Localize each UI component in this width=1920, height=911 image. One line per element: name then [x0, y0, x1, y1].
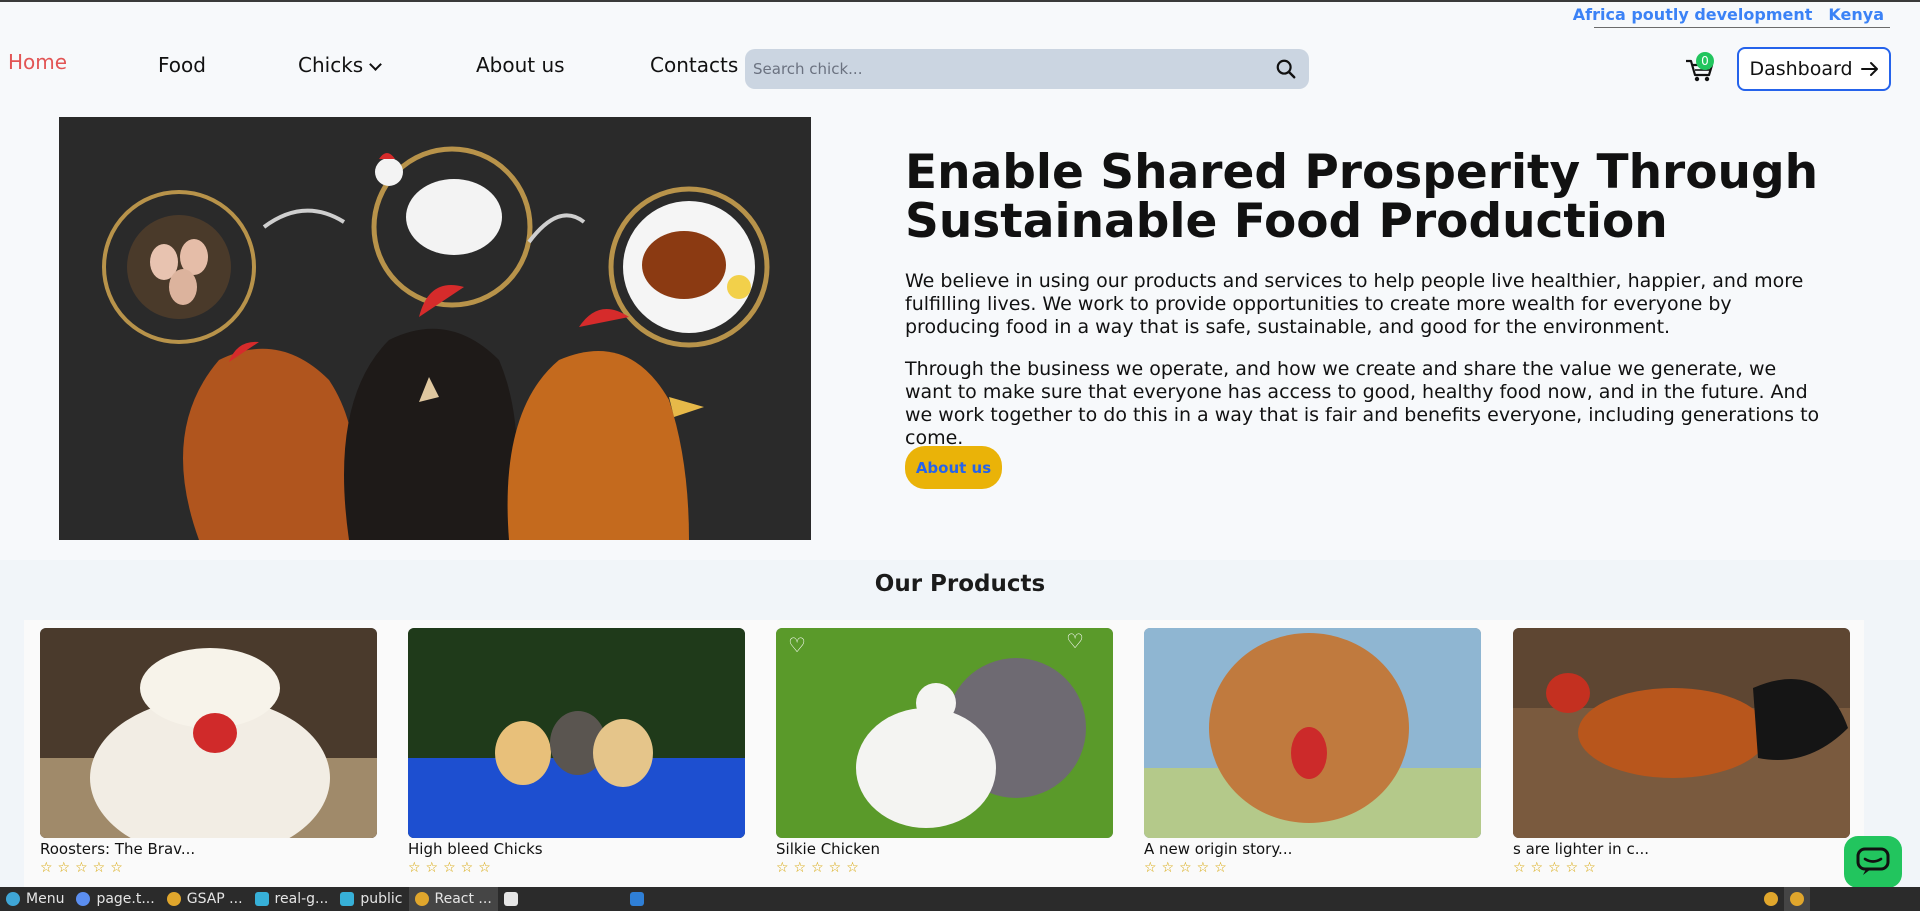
- product-image: [408, 628, 745, 838]
- chrome-icon: [1790, 892, 1804, 906]
- notes-icon: [503, 892, 518, 906]
- chat-icon: [1856, 847, 1890, 875]
- taskbar-item[interactable]: GSAP ...: [161, 887, 249, 911]
- product-image: [1513, 628, 1850, 838]
- chrome-icon: [414, 892, 429, 906]
- star-rating[interactable]: ☆☆☆☆☆: [1144, 860, 1481, 876]
- taskbar-item-label: GSAP ...: [186, 891, 243, 907]
- menu-icon: [6, 892, 20, 906]
- product-card[interactable]: High bleed Chicks ☆☆☆☆☆: [408, 628, 745, 876]
- taskbar-item-label: React ...: [434, 891, 492, 907]
- folder-icon: [254, 892, 269, 906]
- product-image: ♡ ♡: [776, 628, 1113, 838]
- chrome-icon: [1764, 892, 1778, 906]
- editor-icon: [76, 892, 91, 906]
- taskbar-item-label: real-g...: [274, 891, 329, 907]
- taskbar-item[interactable]: [624, 887, 650, 911]
- hero-paragraph-1: We believe in using our products and ser…: [905, 270, 1804, 338]
- nav-home[interactable]: Home: [8, 50, 67, 74]
- hero-title: Enable Shared Prosperity Through Sustain…: [905, 145, 1819, 249]
- star-rating[interactable]: ☆☆☆☆☆: [776, 860, 1113, 876]
- chat-button[interactable]: [1844, 836, 1902, 888]
- product-name: Silkie Chicken: [776, 840, 880, 858]
- chrome-icon: [166, 892, 181, 906]
- cart-count-badge: 0: [1696, 52, 1714, 70]
- star-rating[interactable]: ☆☆☆☆☆: [408, 860, 745, 876]
- chevron-down-icon: [369, 58, 383, 71]
- product-name: A new origin story...: [1144, 840, 1293, 858]
- taskbar-item[interactable]: public: [334, 887, 408, 911]
- taskbar-item-label: public: [360, 891, 403, 907]
- product-card[interactable]: ♡ ♡ Silkie Chicken ☆☆☆☆☆: [776, 628, 1113, 876]
- product-image: [1144, 628, 1481, 838]
- top-info-strip: Africa poutly development Kenya: [1573, 2, 1884, 26]
- search-input[interactable]: [745, 59, 1255, 79]
- nav-chicks-label: Chicks: [298, 53, 364, 77]
- search-icon[interactable]: [1275, 58, 1297, 80]
- nav-food[interactable]: Food: [158, 53, 206, 77]
- main-navigation: Home Food Chicks About us Contacts 0 Das…: [0, 40, 1920, 100]
- product-name: High bleed Chicks: [408, 840, 543, 858]
- star-rating[interactable]: ☆☆☆☆☆: [40, 860, 377, 876]
- arrow-right-icon: [1860, 62, 1878, 76]
- search-bar: [745, 49, 1309, 89]
- taskbar-item[interactable]: React ...: [408, 887, 498, 911]
- top-strip-underline: [1594, 27, 1890, 28]
- taskbar-menu-label: Menu: [26, 891, 65, 907]
- product-card[interactable]: Roosters: The Brav... ☆☆☆☆☆: [40, 628, 377, 876]
- product-image: [40, 628, 377, 838]
- product-name: s are lighter in c...: [1513, 840, 1650, 858]
- dashboard-label: Dashboard: [1749, 58, 1853, 80]
- vscode-icon: [629, 892, 644, 906]
- company-link[interactable]: Africa poutly development: [1573, 5, 1813, 24]
- taskbar-item[interactable]: [498, 887, 524, 911]
- star-rating[interactable]: ☆☆☆☆☆: [1513, 860, 1850, 876]
- svg-text:♡: ♡: [788, 633, 806, 657]
- taskbar-tray-item[interactable]: [1758, 887, 1784, 911]
- taskbar-item[interactable]: real-g...: [249, 887, 335, 911]
- country-link[interactable]: Kenya: [1828, 5, 1884, 24]
- nav-about[interactable]: About us: [476, 53, 565, 77]
- products-title: Our Products: [874, 571, 1046, 597]
- nav-contacts[interactable]: Contacts: [650, 53, 738, 77]
- os-taskbar: Menu page.t... GSAP ... real-g... public…: [0, 887, 1920, 911]
- taskbar-item-label: page.t...: [96, 891, 155, 907]
- product-card[interactable]: s are lighter in c... ☆☆☆☆☆: [1513, 628, 1850, 876]
- hero-paragraph-2: Through the business we operate, and how…: [905, 358, 1820, 449]
- taskbar-menu[interactable]: Menu: [0, 887, 70, 911]
- about-us-button[interactable]: About us: [905, 446, 1002, 489]
- folder-icon: [340, 892, 355, 906]
- taskbar-tray-item[interactable]: [1784, 887, 1810, 911]
- svg-text:♡: ♡: [1066, 629, 1084, 653]
- dashboard-button[interactable]: Dashboard: [1737, 47, 1891, 91]
- product-name: Roosters: The Brav...: [40, 840, 196, 858]
- product-card[interactable]: A new origin story... ☆☆☆☆☆: [1144, 628, 1481, 876]
- taskbar-item[interactable]: page.t...: [70, 887, 160, 911]
- nav-chicks[interactable]: Chicks: [298, 53, 383, 77]
- hero-chickens-image: [59, 117, 811, 540]
